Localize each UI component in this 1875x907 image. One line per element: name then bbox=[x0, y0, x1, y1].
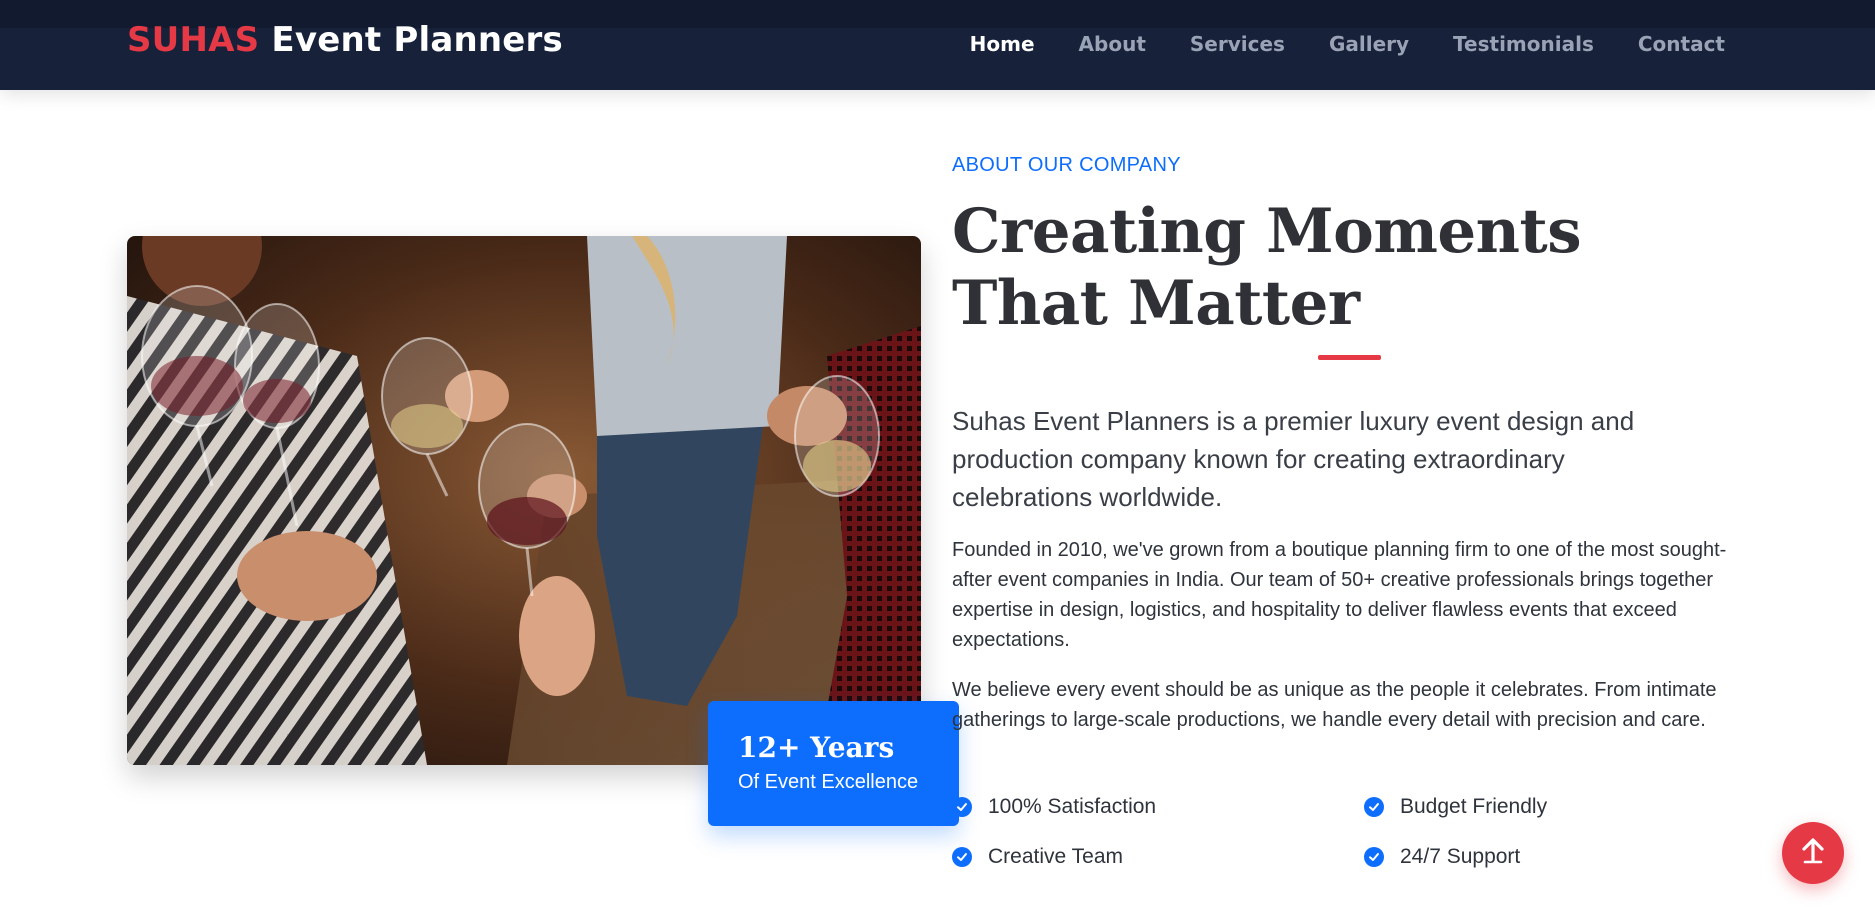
check-circle-icon bbox=[952, 797, 972, 817]
brand-rest: Event Planners bbox=[271, 20, 563, 60]
check-circle-icon bbox=[952, 847, 972, 867]
feature-item: 24/7 Support bbox=[1364, 845, 1520, 869]
brand-logo[interactable]: SUHAS Event Planners bbox=[127, 20, 563, 60]
feature-item: Creative Team bbox=[952, 845, 1123, 869]
heading-divider bbox=[1318, 355, 1381, 360]
feature-item: Budget Friendly bbox=[1364, 795, 1547, 819]
section-heading: Creating Moments That Matter bbox=[952, 196, 1582, 339]
badge-title: 12+ Years bbox=[738, 731, 895, 764]
toast-photo-illustration bbox=[127, 236, 921, 765]
section-eyebrow: ABOUT OUR COMPANY bbox=[952, 154, 1181, 176]
nav-about[interactable]: About bbox=[1079, 32, 1146, 56]
feature-label: Creative Team bbox=[988, 845, 1124, 868]
nav-gallery[interactable]: Gallery bbox=[1329, 32, 1409, 56]
experience-badge: 12+ Years Of Event Excellence bbox=[708, 701, 959, 826]
nav-services[interactable]: Services bbox=[1190, 32, 1285, 56]
brand-first: SUHAS bbox=[127, 20, 260, 60]
feature-label: 100% Satisfaction bbox=[988, 795, 1157, 818]
lead-paragraph: Suhas Event Planners is a premier luxury… bbox=[952, 406, 1635, 512]
about-photo bbox=[127, 236, 921, 765]
feature-label: Budget Friendly bbox=[1400, 795, 1548, 818]
feature-item: 100% Satisfaction bbox=[952, 795, 1156, 819]
nav-testimonials[interactable]: Testimonials bbox=[1453, 32, 1594, 56]
badge-subtitle: Of Event Excellence bbox=[738, 771, 919, 793]
feature-label: 24/7 Support bbox=[1400, 845, 1521, 868]
navbar: SUHAS Event Planners Home About Services… bbox=[0, 0, 1875, 90]
arrow-up-icon bbox=[1800, 837, 1826, 870]
check-circle-icon bbox=[1364, 797, 1384, 817]
body-paragraph-1: Founded in 2010, we've grown from a bout… bbox=[952, 539, 1727, 651]
main-nav: Home About Services Gallery Testimonials… bbox=[970, 32, 1725, 56]
nav-home[interactable]: Home bbox=[970, 32, 1035, 56]
body-paragraph-2: We believe every event should be as uniq… bbox=[952, 679, 1717, 731]
nav-contact[interactable]: Contact bbox=[1638, 32, 1725, 56]
check-circle-icon bbox=[1364, 847, 1384, 867]
scroll-to-top-button[interactable] bbox=[1782, 822, 1844, 884]
